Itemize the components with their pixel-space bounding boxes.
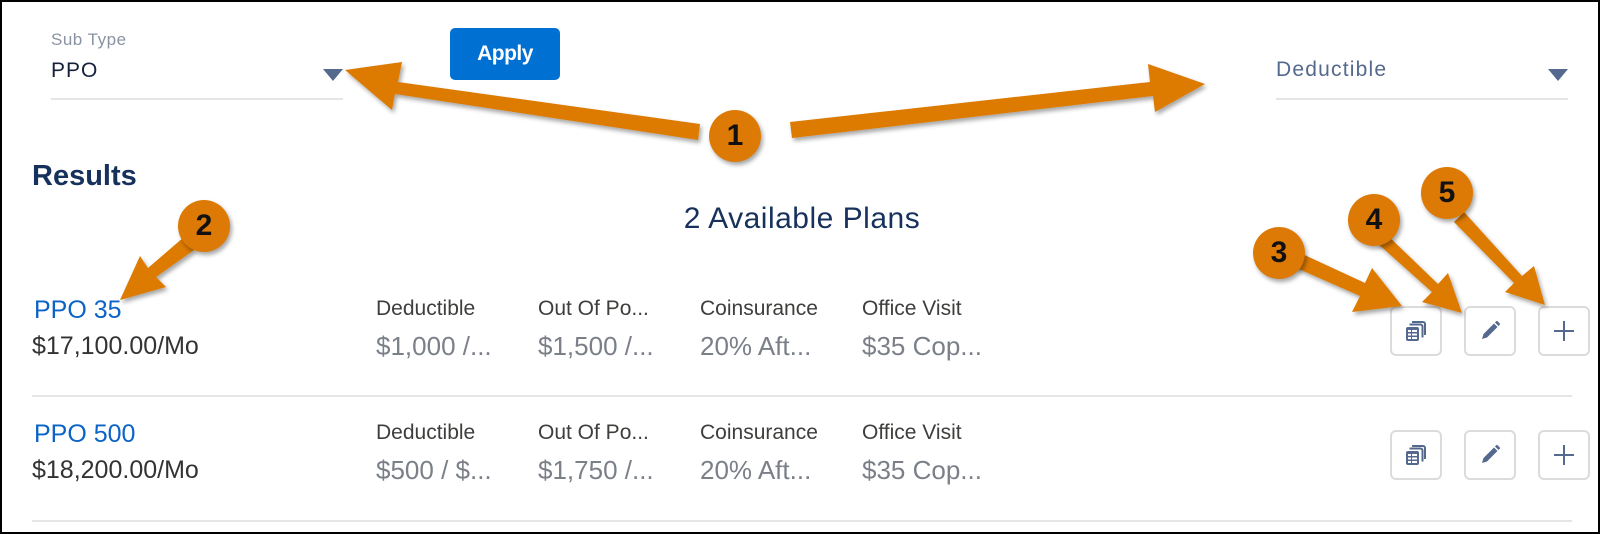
plan-attribute-office-visit: Office Visit $35 Cop... [862, 297, 1012, 362]
compare-button[interactable] [1390, 430, 1442, 480]
attribute-label: Coinsurance [700, 297, 818, 320]
plan-attribute-office-visit: Office Visit $35 Cop... [862, 421, 1012, 486]
compare-icon [1405, 320, 1427, 342]
plan-attribute-deductible: Deductible $1,000 /... [376, 297, 526, 362]
sub-type-select[interactable]: Sub Type PPO [51, 26, 343, 100]
attribute-value: $35 Cop... [862, 331, 982, 361]
plan-attribute-coinsurance: Coinsurance 20% Aft... [700, 421, 850, 486]
attribute-value: $1,000 /... [376, 331, 492, 361]
attribute-label: Out Of Po... [538, 421, 649, 444]
chevron-down-icon[interactable] [1548, 69, 1568, 81]
plan-attribute-out-of-pocket: Out Of Po... $1,500 /... [538, 297, 688, 362]
results-heading: Results [32, 160, 137, 192]
attribute-value: $35 Cop... [862, 455, 982, 485]
attribute-value: $500 / $... [376, 455, 492, 485]
attribute-value: $1,500 /... [538, 331, 654, 361]
callout-badge-3: 3 [1253, 227, 1305, 279]
plan-price: $18,200.00/Mo [32, 456, 199, 484]
attribute-label: Office Visit [862, 297, 962, 320]
attribute-label: Deductible [376, 297, 476, 320]
plan-attribute-deductible: Deductible $500 / $... [376, 421, 526, 486]
plan-row: PPO 500 $18,200.00/Mo Deductible $500 / … [32, 414, 1590, 514]
plan-name-link[interactable]: PPO 500 [34, 420, 135, 449]
compare-button[interactable] [1390, 306, 1442, 356]
compare-icon [1405, 444, 1427, 466]
callout-badge-4: 4 [1348, 194, 1400, 246]
row-divider [32, 395, 1572, 397]
attribute-label: Out Of Po... [538, 297, 649, 320]
add-button[interactable] [1538, 306, 1590, 356]
edit-icon [1480, 321, 1500, 341]
plan-name-link[interactable]: PPO 35 [34, 296, 122, 325]
screenshot-frame: Sub Type PPO Apply Deductible Results 2 … [0, 0, 1600, 534]
callout-badge-2: 2 [178, 200, 230, 252]
attribute-label: Coinsurance [700, 421, 818, 444]
sort-by-select[interactable]: Deductible [1276, 42, 1568, 100]
edit-button[interactable] [1464, 430, 1516, 480]
callout-badge-1: 1 [709, 110, 761, 162]
plan-attribute-out-of-pocket: Out Of Po... $1,750 /... [538, 421, 688, 486]
chevron-down-icon[interactable] [323, 69, 343, 81]
sub-type-value: PPO [51, 59, 99, 82]
add-icon [1553, 320, 1575, 342]
edit-icon [1480, 445, 1500, 465]
sort-by-value: Deductible [1276, 58, 1388, 81]
sub-type-label: Sub Type [51, 30, 127, 49]
attribute-label: Deductible [376, 421, 476, 444]
apply-button[interactable]: Apply [450, 28, 560, 80]
attribute-label: Office Visit [862, 421, 962, 444]
attribute-value: 20% Aft... [700, 331, 812, 361]
attribute-value: $1,750 /... [538, 455, 654, 485]
attribute-value: 20% Aft... [700, 455, 812, 485]
plan-attribute-coinsurance: Coinsurance 20% Aft... [700, 297, 850, 362]
callout-badge-5: 5 [1421, 167, 1473, 219]
edit-button[interactable] [1464, 306, 1516, 356]
plan-price: $17,100.00/Mo [32, 332, 199, 360]
plan-row: PPO 35 $17,100.00/Mo Deductible $1,000 /… [32, 290, 1590, 390]
add-icon [1553, 444, 1575, 466]
row-divider [32, 520, 1572, 522]
add-button[interactable] [1538, 430, 1590, 480]
